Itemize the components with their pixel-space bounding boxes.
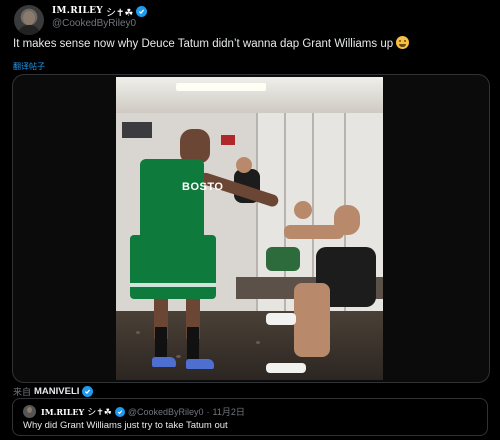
verified-badge-icon <box>136 5 148 17</box>
author-name-symbols: シ✝☘ <box>106 7 134 19</box>
quoted-display-name: IM.RILEY <box>41 406 85 417</box>
background-person-head <box>236 157 252 173</box>
seated-person-legs <box>294 283 330 357</box>
shorts-stripe <box>130 283 216 287</box>
quoted-text: Why did Grant Williams just try to take … <box>23 420 228 431</box>
translate-post-link[interactable]: 翻译帖子 <box>13 61 45 72</box>
verified-badge-icon <box>82 386 94 397</box>
player-shoe-right <box>186 359 214 369</box>
author-handle[interactable]: @CookedByRiley0 <box>52 18 136 29</box>
player-shoe-left <box>152 357 176 367</box>
player-head <box>180 129 210 163</box>
wall-sign <box>122 122 152 138</box>
attribution-source[interactable]: MANIVELI <box>34 386 79 397</box>
seated-person-arm <box>284 225 344 239</box>
video-player[interactable]: BOSTO <box>12 74 490 383</box>
quoted-tweet[interactable]: IM.RILEY シ✝☘ @CookedByRiley0 · 11月2日 Why… <box>12 398 488 436</box>
quoted-avatar <box>23 405 36 418</box>
quoted-author-row: IM.RILEY シ✝☘ @CookedByRiley0 · 11月2日 <box>41 405 245 418</box>
tweet-text-body: It makes sense now why Deuce Tatum didn’… <box>13 38 394 50</box>
second-seated-head <box>294 201 312 219</box>
towel <box>266 363 306 373</box>
tweet: IM.RILEY シ✝☘ @CookedByRiley0 It makes se… <box>0 0 500 440</box>
quoted-name-symbols: シ✝☘ <box>87 407 112 417</box>
avatar[interactable] <box>14 5 44 35</box>
crying-laughing-emoji-icon <box>396 36 410 49</box>
exit-sign <box>221 135 235 145</box>
video-attribution[interactable]: 来自 MANIVELI <box>13 385 94 398</box>
quoted-handle: @CookedByRiley0 <box>127 406 204 417</box>
towel <box>266 313 296 325</box>
author-display-name[interactable]: IM.RILEY <box>52 6 103 16</box>
author-name-row[interactable]: IM.RILEY シ✝☘ <box>52 4 148 19</box>
second-seated-shorts <box>266 247 300 271</box>
player-sock-left <box>155 327 167 359</box>
verified-badge-icon <box>114 406 125 417</box>
ceiling-light <box>176 83 266 91</box>
player-sock-right <box>187 327 199 359</box>
video-frame[interactable]: BOSTO <box>116 77 383 380</box>
player-shorts <box>130 235 216 299</box>
quoted-separator: · <box>206 406 210 417</box>
player-jersey <box>140 159 204 239</box>
quoted-date: 11月2日 <box>212 407 245 417</box>
jersey-lettering: BOSTO <box>182 181 224 193</box>
attribution-prefix: 来自 <box>13 387 32 397</box>
tweet-text: It makes sense now why Deuce Tatum didn’… <box>13 36 483 51</box>
